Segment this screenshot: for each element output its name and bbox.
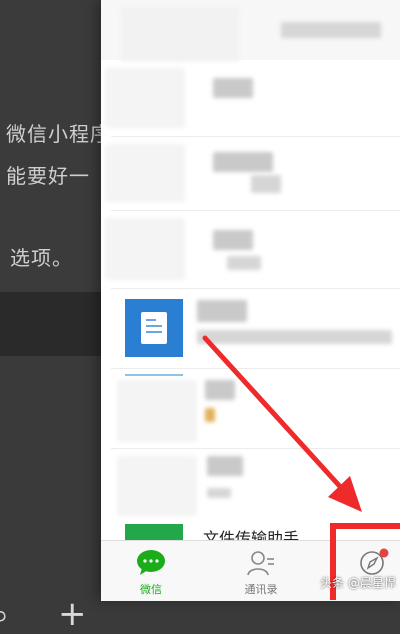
chat-name-blur <box>213 78 253 98</box>
chat-name-blur <box>205 380 235 400</box>
row-divider <box>111 136 400 137</box>
chat-avatar <box>117 456 197 516</box>
article-text-line1: 微信小程序 <box>6 122 111 146</box>
tab-contacts-label: 通讯录 <box>244 583 278 596</box>
chat-preview-blur <box>197 330 392 344</box>
row-divider <box>111 210 400 211</box>
chat-bubble-icon <box>137 550 165 575</box>
row-divider <box>111 288 400 289</box>
chat-avatar <box>105 144 185 202</box>
tab-chats[interactable]: 微信 <box>111 541 191 601</box>
chat-name-blur <box>207 456 243 476</box>
chat-avatar <box>117 380 197 442</box>
wechat-panel: 文件传输助手 微信 通讯录 <box>101 0 400 601</box>
chat-name-blur <box>213 152 273 172</box>
chat-avatar <box>105 68 185 128</box>
article-text-line2: 能要好一 <box>6 164 90 188</box>
row-accent <box>125 374 183 376</box>
document-icon[interactable] <box>125 299 183 357</box>
chat-preview-blur <box>207 488 231 498</box>
plus-icon: + <box>58 594 87 634</box>
watermark: 头条 @晨星悍 <box>320 576 396 590</box>
chat-avatar <box>105 218 185 280</box>
chat-name-blur <box>197 300 247 322</box>
toolbar-search-icon: ⌕ <box>0 598 9 633</box>
chat-preview-blur <box>227 256 261 270</box>
tab-contacts[interactable]: 通讯录 <box>221 541 301 601</box>
chat-preview-blur <box>205 408 215 422</box>
article-text-line3: 选项。 <box>10 246 73 270</box>
row-divider <box>111 368 400 369</box>
tab-chats-label: 微信 <box>140 583 162 596</box>
contacts-icon <box>247 551 274 576</box>
row-divider <box>111 448 400 449</box>
header-block <box>121 6 239 62</box>
chat-name-blur <box>213 230 253 250</box>
header-blur <box>281 22 381 38</box>
chat-preview-blur <box>251 175 281 193</box>
